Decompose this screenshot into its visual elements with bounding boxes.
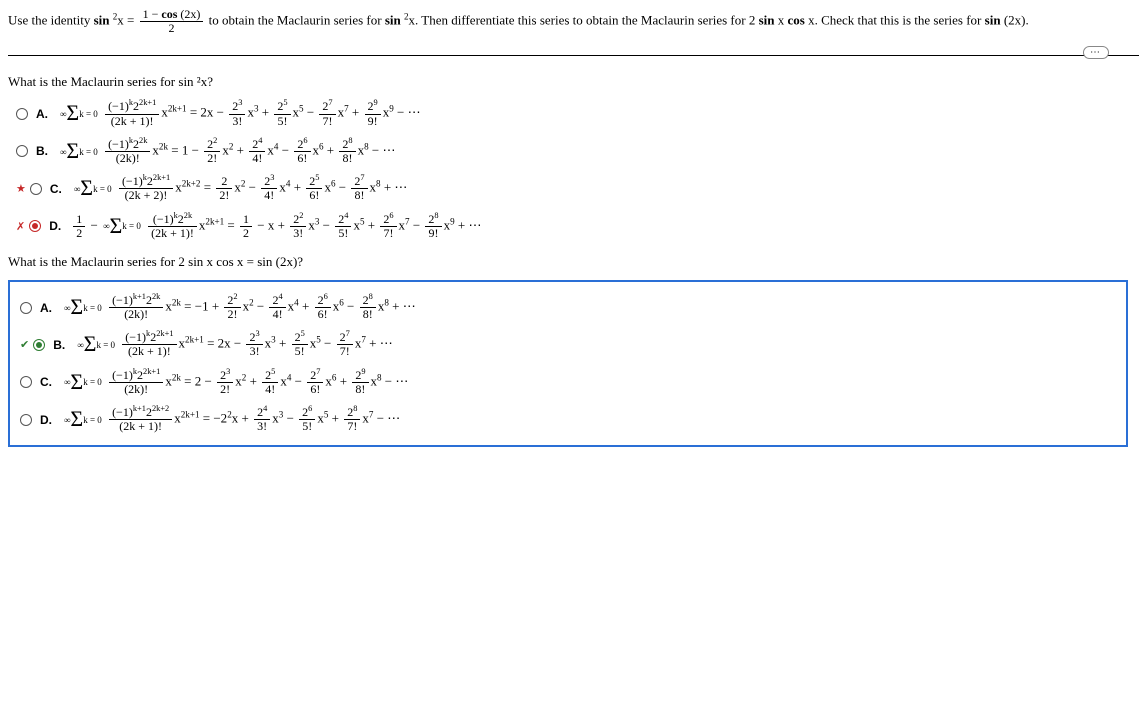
option-label: D. (40, 413, 52, 427)
q2-option-b[interactable]: ✔ B. ∞Σk = 0 (−1)k22k+1(2k + 1)!x2k+1 = … (20, 331, 1122, 358)
option-math: ∞Σk = 0 (−1)k22k(2k)!x2k = 1 − 222!x2 + … (58, 138, 395, 165)
q1-option-a[interactable]: A. ∞Σk = 0 (−1)k22k+1(2k + 1)!x2k+1 = 2x… (16, 100, 1139, 127)
collapse-icon[interactable]: ⋯ (1083, 46, 1109, 59)
q1-option-b[interactable]: B. ∞Σk = 0 (−1)k22k(2k)!x2k = 1 − 222!x2… (16, 138, 1139, 165)
option-math: ∞Σk = 0 (−1)k+122k(2k)!x2k = −1 + 222!x2… (62, 294, 416, 321)
divider (8, 55, 1139, 56)
question-1: What is the Maclaurin series for sin ²x? (8, 74, 1139, 90)
option-math: ∞Σk = 0 (−1)k+122k+2(2k + 1)!x2k+1 = −22… (62, 406, 400, 433)
radio-icon[interactable] (30, 183, 42, 195)
option-math: ∞Σk = 0 (−1)k22k+1(2k + 2)!x2k+2 = 22!x2… (72, 175, 408, 202)
radio-icon[interactable] (16, 108, 28, 120)
answer-highlight-box: A. ∞Σk = 0 (−1)k+122k(2k)!x2k = −1 + 222… (8, 280, 1128, 448)
radio-icon[interactable] (16, 145, 28, 157)
problem-statement: Use the identity sin 2x = 1 − cos (2x)2 … (8, 8, 1139, 35)
option-label: B. (53, 338, 65, 352)
check-icon: ✔ (20, 338, 29, 351)
option-math: ∞Σk = 0 (−1)k22k+1(2k + 1)!x2k+1 = 2x − … (58, 100, 421, 127)
option-math: ∞Σk = 0 (−1)k22k+1(2k + 1)!x2k+1 = 2x − … (75, 331, 393, 358)
option-label: D. (49, 219, 61, 233)
option-math: ∞Σk = 0 (−1)k22k+1(2k)!x2k = 2 − 232!x2 … (62, 369, 408, 396)
radio-icon[interactable] (33, 339, 45, 351)
option-label: C. (50, 182, 62, 196)
radio-icon[interactable] (20, 414, 32, 426)
q2-option-d[interactable]: D. ∞Σk = 0 (−1)k+122k+2(2k + 1)!x2k+1 = … (20, 406, 1122, 433)
option-label: C. (40, 375, 52, 389)
question-2: What is the Maclaurin series for 2 sin x… (8, 254, 1139, 270)
option-label: A. (36, 107, 48, 121)
x-icon: ✗ (16, 220, 25, 233)
radio-icon[interactable] (20, 376, 32, 388)
option-math: 12 − ∞Σk = 0 (−1)k22k(2k + 1)!x2k+1 = 12… (71, 213, 481, 240)
option-label: A. (40, 301, 52, 315)
q1-option-c[interactable]: ★ C. ∞Σk = 0 (−1)k22k+1(2k + 2)!x2k+2 = … (16, 175, 1139, 202)
q2-option-c[interactable]: C. ∞Σk = 0 (−1)k22k+1(2k)!x2k = 2 − 232!… (20, 369, 1122, 396)
option-label: B. (36, 144, 48, 158)
q2-option-a[interactable]: A. ∞Σk = 0 (−1)k+122k(2k)!x2k = −1 + 222… (20, 294, 1122, 321)
q1-options: A. ∞Σk = 0 (−1)k22k+1(2k + 1)!x2k+1 = 2x… (16, 100, 1139, 240)
radio-icon[interactable] (29, 220, 41, 232)
star-icon: ★ (16, 182, 26, 195)
q1-option-d[interactable]: ✗ D. 12 − ∞Σk = 0 (−1)k22k(2k + 1)!x2k+1… (16, 213, 1139, 240)
q2-options: A. ∞Σk = 0 (−1)k+122k(2k)!x2k = −1 + 222… (20, 294, 1122, 434)
radio-icon[interactable] (20, 302, 32, 314)
